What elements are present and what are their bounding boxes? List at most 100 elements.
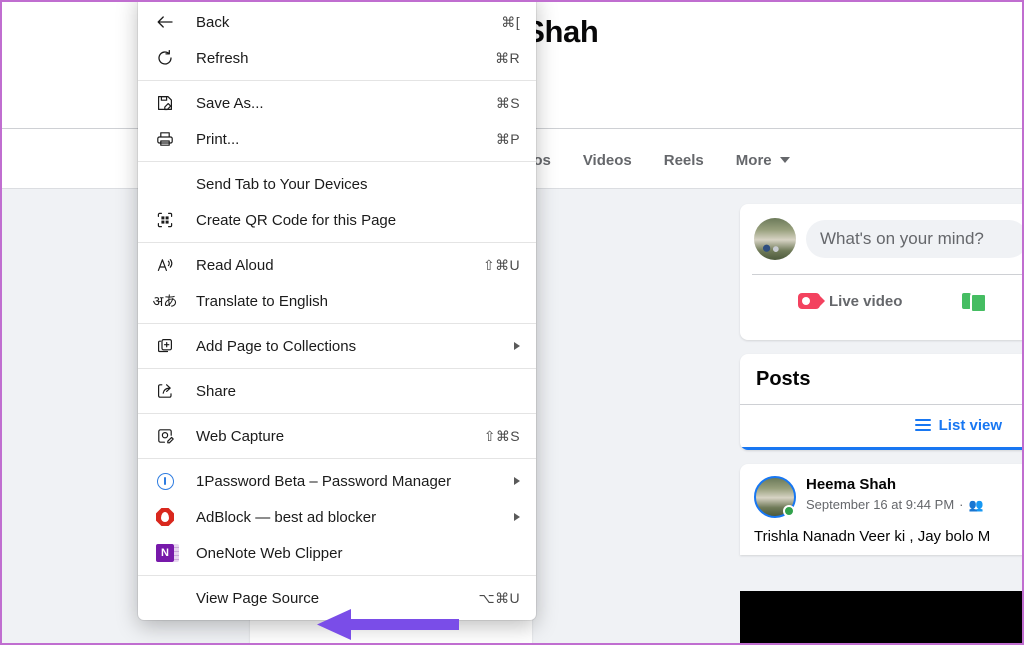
share-icon [152, 382, 178, 400]
post-media-attachment[interactable] [740, 591, 1022, 643]
menu-item-create-qr-code[interactable]: Create QR Code for this Page [138, 202, 536, 238]
menu-item-translate-label: Translate to English [196, 292, 329, 310]
post-header: Heema Shah September 16 at 9:44 PM · 👥 [740, 464, 1022, 518]
menu-item-create-qr-code-label: Create QR Code for this Page [196, 211, 397, 229]
menu-item-refresh[interactable]: Refresh ⌘R [138, 40, 536, 76]
posts-header-card: Posts List view [740, 354, 1022, 450]
list-view-button[interactable]: List view [914, 416, 1002, 434]
menu-item-add-to-collections-label: Add Page to Collections [196, 337, 357, 355]
profile-right-column: What's on your mind? Live video Posts Li… [740, 204, 1022, 555]
adblock-icon [152, 508, 178, 526]
meta-dot-separator: · [959, 497, 964, 512]
menu-item-adblock-label: AdBlock — best ad blocker [196, 508, 377, 526]
menu-item-web-capture[interactable]: Web Capture ⇧⌘S [138, 418, 536, 454]
menu-item-back[interactable]: Back ⌘[ [138, 4, 536, 40]
save-disk-icon [152, 94, 178, 112]
menu-item-share[interactable]: Share [138, 373, 536, 409]
post-author-avatar[interactable] [754, 476, 796, 518]
post-text: Trishla Nanadn Veer ki , Jay bolo M [754, 528, 991, 545]
menu-item-read-aloud-shortcut: ⇧⌘U [482, 256, 520, 273]
context-menu-group-extensions: 1Password Beta – Password Manager AdBloc… [138, 459, 536, 575]
profile-tabs: hotos Videos Reels More [494, 140, 806, 180]
qr-code-icon [152, 211, 178, 229]
tab-reels[interactable]: Reels [648, 144, 720, 177]
photo-video-icon [962, 292, 988, 313]
list-view-icon [914, 419, 931, 431]
tab-more[interactable]: More [720, 144, 806, 177]
list-view-label: List view [938, 416, 1002, 434]
chevron-down-icon [779, 157, 790, 163]
menu-item-add-to-collections[interactable]: Add Page to Collections [138, 328, 536, 364]
collections-icon [152, 337, 178, 355]
menu-item-refresh-shortcut: ⌘R [495, 49, 520, 66]
menu-item-refresh-label: Refresh [196, 49, 249, 67]
context-menu-group-share-tab: Send Tab to Your Devices Create QR Code … [138, 162, 536, 242]
context-menu-group-save-print: Save As... ⌘S Print... ⌘P [138, 81, 536, 161]
menu-item-1password-label: 1Password Beta – Password Manager [196, 472, 452, 490]
menu-item-web-capture-label: Web Capture [196, 427, 285, 445]
menu-item-adblock[interactable]: AdBlock — best ad blocker [138, 499, 536, 535]
context-menu-group-share: Share [138, 369, 536, 413]
post-meta: September 16 at 9:44 PM · 👥 [806, 497, 983, 512]
translate-icon: अあ [152, 293, 178, 309]
menu-item-1password[interactable]: 1Password Beta – Password Manager [138, 463, 536, 499]
menu-item-print-shortcut: ⌘P [495, 130, 520, 147]
active-tab-underline [740, 447, 1022, 450]
menu-item-print[interactable]: Print... ⌘P [138, 121, 536, 157]
posts-tools: List view [740, 405, 1022, 445]
live-video-button[interactable]: Live video [798, 293, 902, 310]
onenote-icon: N [152, 544, 179, 562]
menu-item-read-aloud-label: Read Aloud [196, 256, 274, 274]
printer-icon [152, 130, 178, 148]
menu-item-save-as-shortcut: ⌘S [495, 94, 520, 111]
context-menu-group-collections: Add Page to Collections [138, 324, 536, 368]
context-menu-group-web-capture: Web Capture ⇧⌘S [138, 414, 536, 458]
online-status-dot [783, 505, 795, 517]
composer-input[interactable]: What's on your mind? [806, 220, 1022, 258]
menu-item-translate[interactable]: अあ Translate to English [138, 283, 536, 319]
menu-item-view-page-source-shortcut: ⌥⌘U [478, 589, 520, 606]
avatar [754, 218, 796, 260]
menu-item-read-aloud[interactable]: Read Aloud ⇧⌘U [138, 247, 536, 283]
web-capture-icon [152, 427, 178, 445]
menu-item-send-tab-label: Send Tab to Your Devices [196, 175, 368, 193]
menu-item-onenote-web-clipper[interactable]: N OneNote Web Clipper [138, 535, 536, 571]
live-video-icon [798, 293, 825, 309]
menu-item-save-as[interactable]: Save As... ⌘S [138, 85, 536, 121]
refresh-icon [152, 49, 178, 67]
tab-reels-label: Reels [663, 151, 704, 169]
menu-item-view-page-source[interactable]: View Page Source ⌥⌘U [138, 580, 536, 616]
submenu-chevron-icon [514, 477, 520, 485]
tab-more-label: More [735, 151, 772, 169]
menu-item-send-tab[interactable]: Send Tab to Your Devices [138, 166, 536, 202]
context-menu-group-navigation: Back ⌘[ Refresh ⌘R [138, 2, 536, 80]
composer-actions: Live video [740, 275, 1022, 327]
submenu-chevron-icon [514, 513, 520, 521]
tab-videos[interactable]: Videos [567, 144, 648, 177]
menu-item-print-label: Print... [196, 130, 240, 148]
live-video-label: Live video [829, 292, 903, 310]
post-author-name[interactable]: Heema Shah [806, 476, 983, 494]
posts-section-title: Posts [756, 368, 811, 390]
1password-icon [152, 472, 178, 490]
screenshot-frame: ma Shah hotos Videos Reels More [0, 0, 1024, 645]
context-menu-group-reading: Read Aloud ⇧⌘U अあ Translate to English [138, 243, 536, 323]
tab-videos-label: Videos [582, 151, 632, 169]
audience-friends-icon[interactable]: 👥 [969, 498, 984, 512]
menu-item-web-capture-shortcut: ⇧⌘S [483, 427, 520, 444]
menu-item-back-label: Back [196, 13, 230, 31]
composer-row: What's on your mind? [740, 204, 1022, 272]
post-timestamp[interactable]: September 16 at 9:44 PM [806, 497, 954, 512]
submenu-chevron-icon [514, 342, 520, 350]
photo-video-button[interactable] [962, 292, 988, 313]
menu-item-view-page-source-label: View Page Source [196, 589, 320, 607]
context-menu-group-developer: View Page Source ⌥⌘U [138, 576, 536, 620]
back-arrow-icon [152, 13, 178, 31]
menu-item-back-shortcut: ⌘[ [501, 13, 520, 30]
post-card: Heema Shah September 16 at 9:44 PM · 👥 T… [740, 464, 1022, 555]
browser-context-menu[interactable]: Back ⌘[ Refresh ⌘R Save As... ⌘S Print..… [138, 2, 536, 620]
menu-item-share-label: Share [196, 382, 237, 400]
read-aloud-icon [152, 256, 178, 274]
menu-item-onenote-web-clipper-label: OneNote Web Clipper [196, 544, 343, 562]
menu-item-save-as-label: Save As... [196, 94, 264, 112]
